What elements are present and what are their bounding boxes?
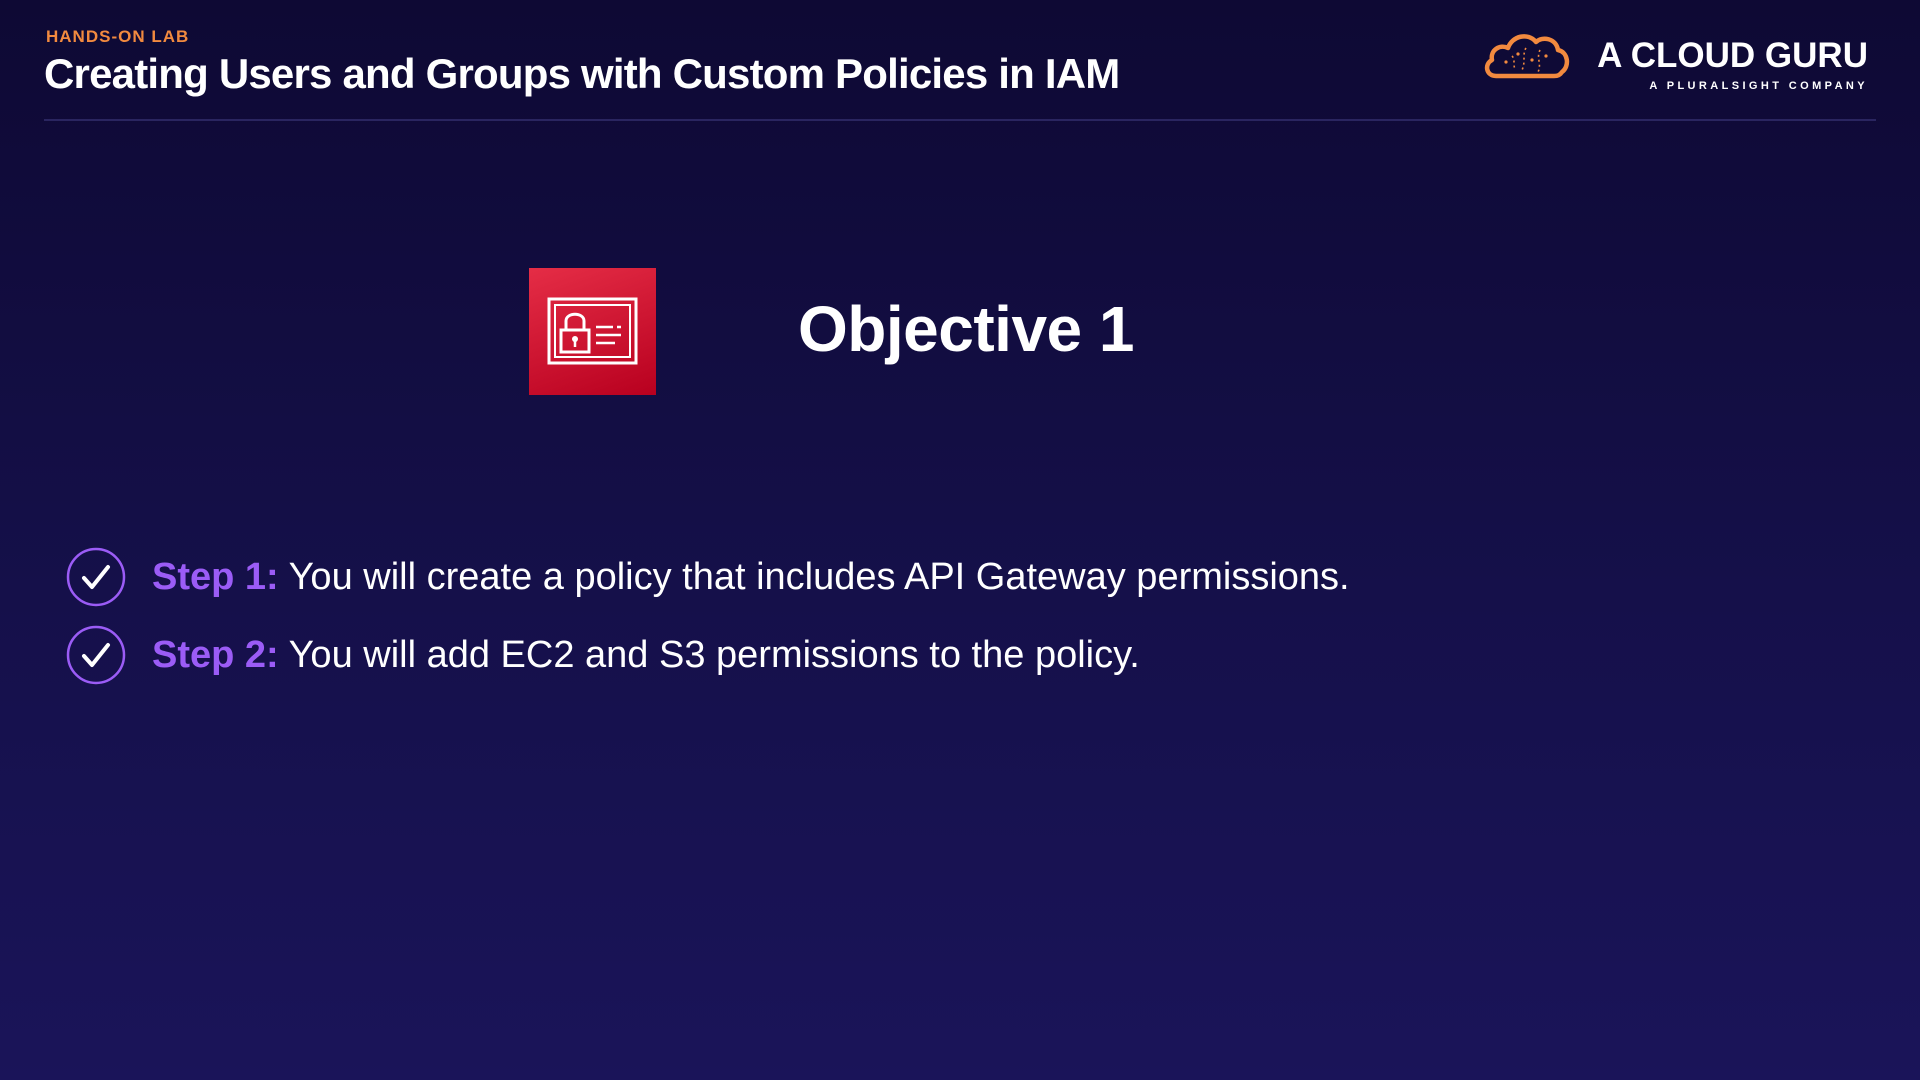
check-circle-icon	[66, 625, 126, 685]
step-description: You will create a policy that includes A…	[288, 555, 1350, 598]
step-item-2: Step 2: You will add EC2 and S3 permissi…	[66, 616, 1566, 694]
brand-logo: A CLOUD GURU A PLURALSIGHT COMPANY	[1480, 24, 1876, 100]
brand-name: A CLOUD GURU	[1597, 36, 1868, 75]
cloud-logo-icon	[1482, 26, 1572, 86]
step-text: Step 1: You will create a policy that in…	[152, 556, 1350, 599]
lab-title: Creating Users and Groups with Custom Po…	[44, 50, 1120, 97]
step-label: Step 2:	[152, 633, 279, 676]
brand-tagline: A PLURALSIGHT COMPANY	[1649, 80, 1868, 92]
lab-eyebrow: HANDS-ON LAB	[46, 27, 190, 46]
step-item-1: Step 1: You will create a policy that in…	[66, 538, 1566, 616]
objective-title: Objective 1	[798, 293, 1135, 365]
step-label: Step 1:	[152, 555, 279, 598]
header-divider	[44, 119, 1876, 121]
steps-list: Step 1: You will create a policy that in…	[66, 538, 1566, 694]
iam-identity-card-icon	[529, 268, 656, 395]
check-circle-icon	[66, 547, 126, 607]
step-text: Step 2: You will add EC2 and S3 permissi…	[152, 634, 1140, 677]
step-description: You will add EC2 and S3 permissions to t…	[288, 633, 1140, 676]
